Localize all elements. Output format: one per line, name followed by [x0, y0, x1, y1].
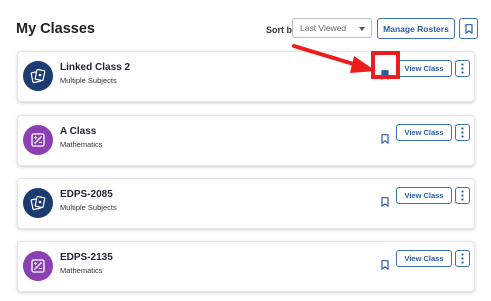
- bookmark-icon: [381, 260, 389, 270]
- class-avatar: [23, 61, 53, 91]
- math-icon: [31, 259, 45, 273]
- bookmark-filter-button[interactable]: [459, 18, 478, 39]
- class-subject: Mathematics: [60, 140, 103, 149]
- view-class-button[interactable]: View Class: [396, 60, 452, 77]
- class-subject: Mathematics: [60, 266, 103, 275]
- annotation-arrow: [292, 44, 376, 73]
- class-subject: Multiple Subjects: [60, 203, 117, 212]
- bookmark-icon: [464, 23, 473, 34]
- cards-icon: [30, 195, 46, 211]
- more-options-button[interactable]: [455, 124, 470, 141]
- class-card: EDPS-2135 Mathematics View Class: [17, 241, 475, 292]
- more-options-button[interactable]: [455, 60, 470, 77]
- view-class-button[interactable]: View Class: [396, 124, 452, 141]
- sort-select-value: Last Viewed: [300, 23, 347, 33]
- class-card: Linked Class 2 Multiple Subjects View Clas…: [17, 51, 475, 102]
- kebab-menu-icon: [461, 253, 464, 264]
- class-card: A Class Mathematics View Class: [17, 115, 475, 166]
- more-options-button[interactable]: [455, 187, 470, 204]
- bookmark-button[interactable]: [378, 194, 392, 210]
- class-name: A Class: [60, 126, 97, 137]
- class-name: EDPS-2085: [60, 189, 113, 200]
- chevron-down-icon: [359, 27, 365, 31]
- class-avatar: [23, 125, 53, 155]
- class-name: EDPS-2135: [60, 252, 113, 263]
- bookmark-icon: [381, 134, 389, 144]
- class-card: EDPS-2085 Multiple Subjects View Class: [17, 178, 475, 229]
- kebab-menu-icon: [461, 127, 464, 138]
- class-avatar: [23, 188, 53, 218]
- sort-select[interactable]: Last Viewed: [292, 18, 372, 38]
- class-avatar: [23, 251, 53, 281]
- more-options-button[interactable]: [455, 250, 470, 267]
- view-class-button[interactable]: View Class: [396, 187, 452, 204]
- kebab-menu-icon: [461, 190, 464, 201]
- bookmark-button[interactable]: [378, 257, 392, 273]
- page-header: My Classes Sort by Last Viewed Manage Ro…: [0, 0, 491, 44]
- class-name: Linked Class 2: [60, 62, 131, 73]
- annotation-highlight-box: [371, 51, 400, 79]
- cards-icon: [30, 68, 46, 84]
- class-subject: Multiple Subjects: [60, 76, 117, 85]
- manage-rosters-button[interactable]: Manage Rosters: [377, 18, 455, 39]
- bookmark-icon: [381, 197, 389, 207]
- bookmark-button[interactable]: [378, 131, 392, 147]
- kebab-menu-icon: [461, 63, 464, 74]
- page-title: My Classes: [16, 21, 95, 37]
- math-icon: [31, 133, 45, 147]
- view-class-button[interactable]: View Class: [396, 250, 452, 267]
